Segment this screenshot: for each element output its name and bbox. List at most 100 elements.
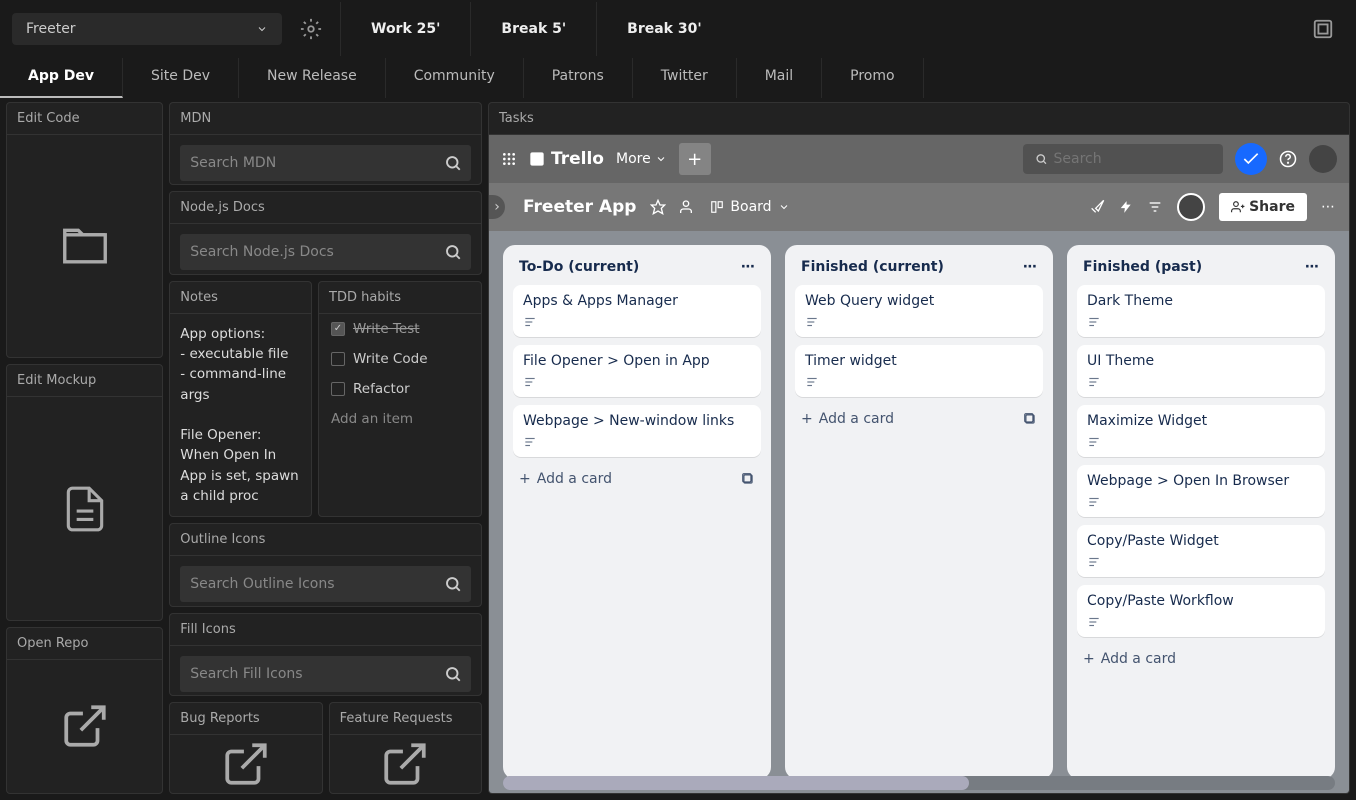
more-icon[interactable]: ⋯ <box>1305 259 1319 275</box>
widget-header: Bug Reports <box>170 703 321 735</box>
checklist-item[interactable]: ✓ Write Test <box>319 314 481 344</box>
share-button[interactable]: Share <box>1219 193 1307 221</box>
timer-break-short[interactable]: Break 5' <box>470 2 596 56</box>
gear-icon[interactable] <box>300 18 322 40</box>
trello-card[interactable]: Web Query widget <box>795 285 1043 337</box>
search-mdn-input[interactable] <box>180 145 435 181</box>
avatar[interactable] <box>1309 145 1337 173</box>
widget-fill-icons: Fill Icons <box>169 613 482 696</box>
trello-card[interactable]: File Opener > Open in App <box>513 345 761 397</box>
rocket-icon[interactable] <box>1089 199 1105 215</box>
widget-header: Feature Requests <box>330 703 481 735</box>
trello-card[interactable]: Copy/Paste Workflow <box>1077 585 1325 637</box>
template-icon[interactable] <box>1023 412 1037 426</box>
timer-break-long[interactable]: Break 30' <box>596 2 731 56</box>
widget-header: Outline Icons <box>170 524 481 556</box>
add-card-button[interactable]: +Add a card <box>1077 645 1325 673</box>
tab-mail[interactable]: Mail <box>737 58 822 98</box>
board-view-switcher[interactable]: Board <box>710 199 789 215</box>
plus-icon: + <box>519 471 531 487</box>
description-icon <box>805 375 1033 389</box>
search-fill-icons-input[interactable] <box>180 656 435 692</box>
more-icon[interactable]: ⋯ <box>1023 259 1037 275</box>
checklist-label: Write Test <box>353 321 420 337</box>
list-title[interactable]: Finished (current) <box>801 259 944 275</box>
notifications-button[interactable] <box>1235 143 1267 175</box>
checkbox-icon[interactable]: ✓ <box>331 322 345 336</box>
checklist-item[interactable]: Refactor <box>319 374 481 404</box>
trello-card[interactable]: Webpage > New-window links <box>513 405 761 457</box>
trello-logo[interactable]: Trello <box>529 149 604 169</box>
tab-promo[interactable]: Promo <box>822 58 923 98</box>
widget-header: Edit Code <box>7 103 162 135</box>
filter-icon[interactable] <box>1147 199 1163 215</box>
trello-card[interactable]: Maximize Widget <box>1077 405 1325 457</box>
add-checklist-item[interactable]: Add an item <box>319 404 481 434</box>
tab-twitter[interactable]: Twitter <box>633 58 737 98</box>
trello-search[interactable] <box>1023 144 1223 174</box>
widget-bug-reports[interactable]: Bug Reports <box>169 702 322 794</box>
automation-icon[interactable] <box>1119 200 1133 214</box>
expand-sidebar-icon[interactable]: › <box>489 195 505 219</box>
widget-header: Notes <box>170 282 311 314</box>
visibility-icon[interactable] <box>680 199 696 215</box>
widget-edit-mockup[interactable]: Edit Mockup <box>6 364 163 620</box>
tab-new-release[interactable]: New Release <box>239 58 386 98</box>
more-button[interactable]: More <box>616 151 667 167</box>
search-icon[interactable] <box>435 566 471 602</box>
description-icon <box>1087 375 1315 389</box>
checklist-item[interactable]: Write Code <box>319 344 481 374</box>
add-card-button[interactable]: +Add a card <box>795 405 1043 433</box>
list-title[interactable]: Finished (past) <box>1083 259 1202 275</box>
horizontal-scrollbar[interactable] <box>503 776 1335 790</box>
add-card-button[interactable]: +Add a card <box>513 465 761 493</box>
external-link-icon <box>221 739 271 789</box>
checkbox-icon[interactable] <box>331 382 345 396</box>
board-title[interactable]: Freeter App <box>523 197 636 217</box>
list-title[interactable]: To-Do (current) <box>519 259 639 275</box>
more-icon[interactable]: ⋯ <box>1321 199 1335 215</box>
widget-header: Edit Mockup <box>7 365 162 397</box>
card-title: Copy/Paste Workflow <box>1087 593 1315 609</box>
widget-edit-code[interactable]: Edit Code <box>6 102 163 358</box>
more-icon[interactable]: ⋯ <box>741 259 755 275</box>
trello-card[interactable]: Dark Theme <box>1077 285 1325 337</box>
widget-header: Node.js Docs <box>170 192 481 224</box>
apps-icon[interactable] <box>1302 18 1344 40</box>
widget-header: MDN <box>170 103 481 135</box>
trello-card[interactable]: Apps & Apps Manager <box>513 285 761 337</box>
widget-open-repo[interactable]: Open Repo <box>6 627 163 794</box>
template-icon[interactable] <box>741 472 755 486</box>
trello-card[interactable]: Timer widget <box>795 345 1043 397</box>
trello-list: Finished (current) ⋯ Web Query widget Timer… <box>785 245 1053 779</box>
timer-work[interactable]: Work 25' <box>340 2 470 56</box>
description-icon <box>1087 495 1315 509</box>
create-button[interactable]: + <box>679 143 711 175</box>
help-icon[interactable] <box>1279 150 1297 168</box>
search-outline-icons-input[interactable] <box>180 566 435 602</box>
project-selector[interactable]: Freeter <box>12 13 282 45</box>
tab-patrons[interactable]: Patrons <box>524 58 633 98</box>
widget-tdd: TDD habits ✓Write TestWrite CodeRefactor… <box>318 281 482 517</box>
search-icon[interactable] <box>435 145 471 181</box>
search-icon[interactable] <box>435 656 471 692</box>
trello-card[interactable]: Webpage > Open In Browser <box>1077 465 1325 517</box>
checkbox-icon[interactable] <box>331 352 345 366</box>
card-title: Dark Theme <box>1087 293 1315 309</box>
notes-text[interactable]: App options:- executable file- command-l… <box>170 314 311 516</box>
widget-feature-requests[interactable]: Feature Requests <box>329 702 482 794</box>
search-nodedocs-input[interactable] <box>180 234 435 270</box>
card-title: Timer widget <box>805 353 1033 369</box>
trello-card[interactable]: Copy/Paste Widget <box>1077 525 1325 577</box>
tab-community[interactable]: Community <box>386 58 524 98</box>
star-icon[interactable] <box>650 199 666 215</box>
apps-grid-icon[interactable] <box>501 151 517 167</box>
description-icon <box>1087 315 1315 329</box>
tab-app-dev[interactable]: App Dev <box>0 58 123 98</box>
tab-site-dev[interactable]: Site Dev <box>123 58 239 98</box>
checklist-label: Refactor <box>353 381 410 397</box>
member-avatar[interactable] <box>1177 193 1205 221</box>
trello-card[interactable]: UI Theme <box>1077 345 1325 397</box>
trello-search-input[interactable] <box>1054 151 1211 167</box>
search-icon[interactable] <box>435 234 471 270</box>
